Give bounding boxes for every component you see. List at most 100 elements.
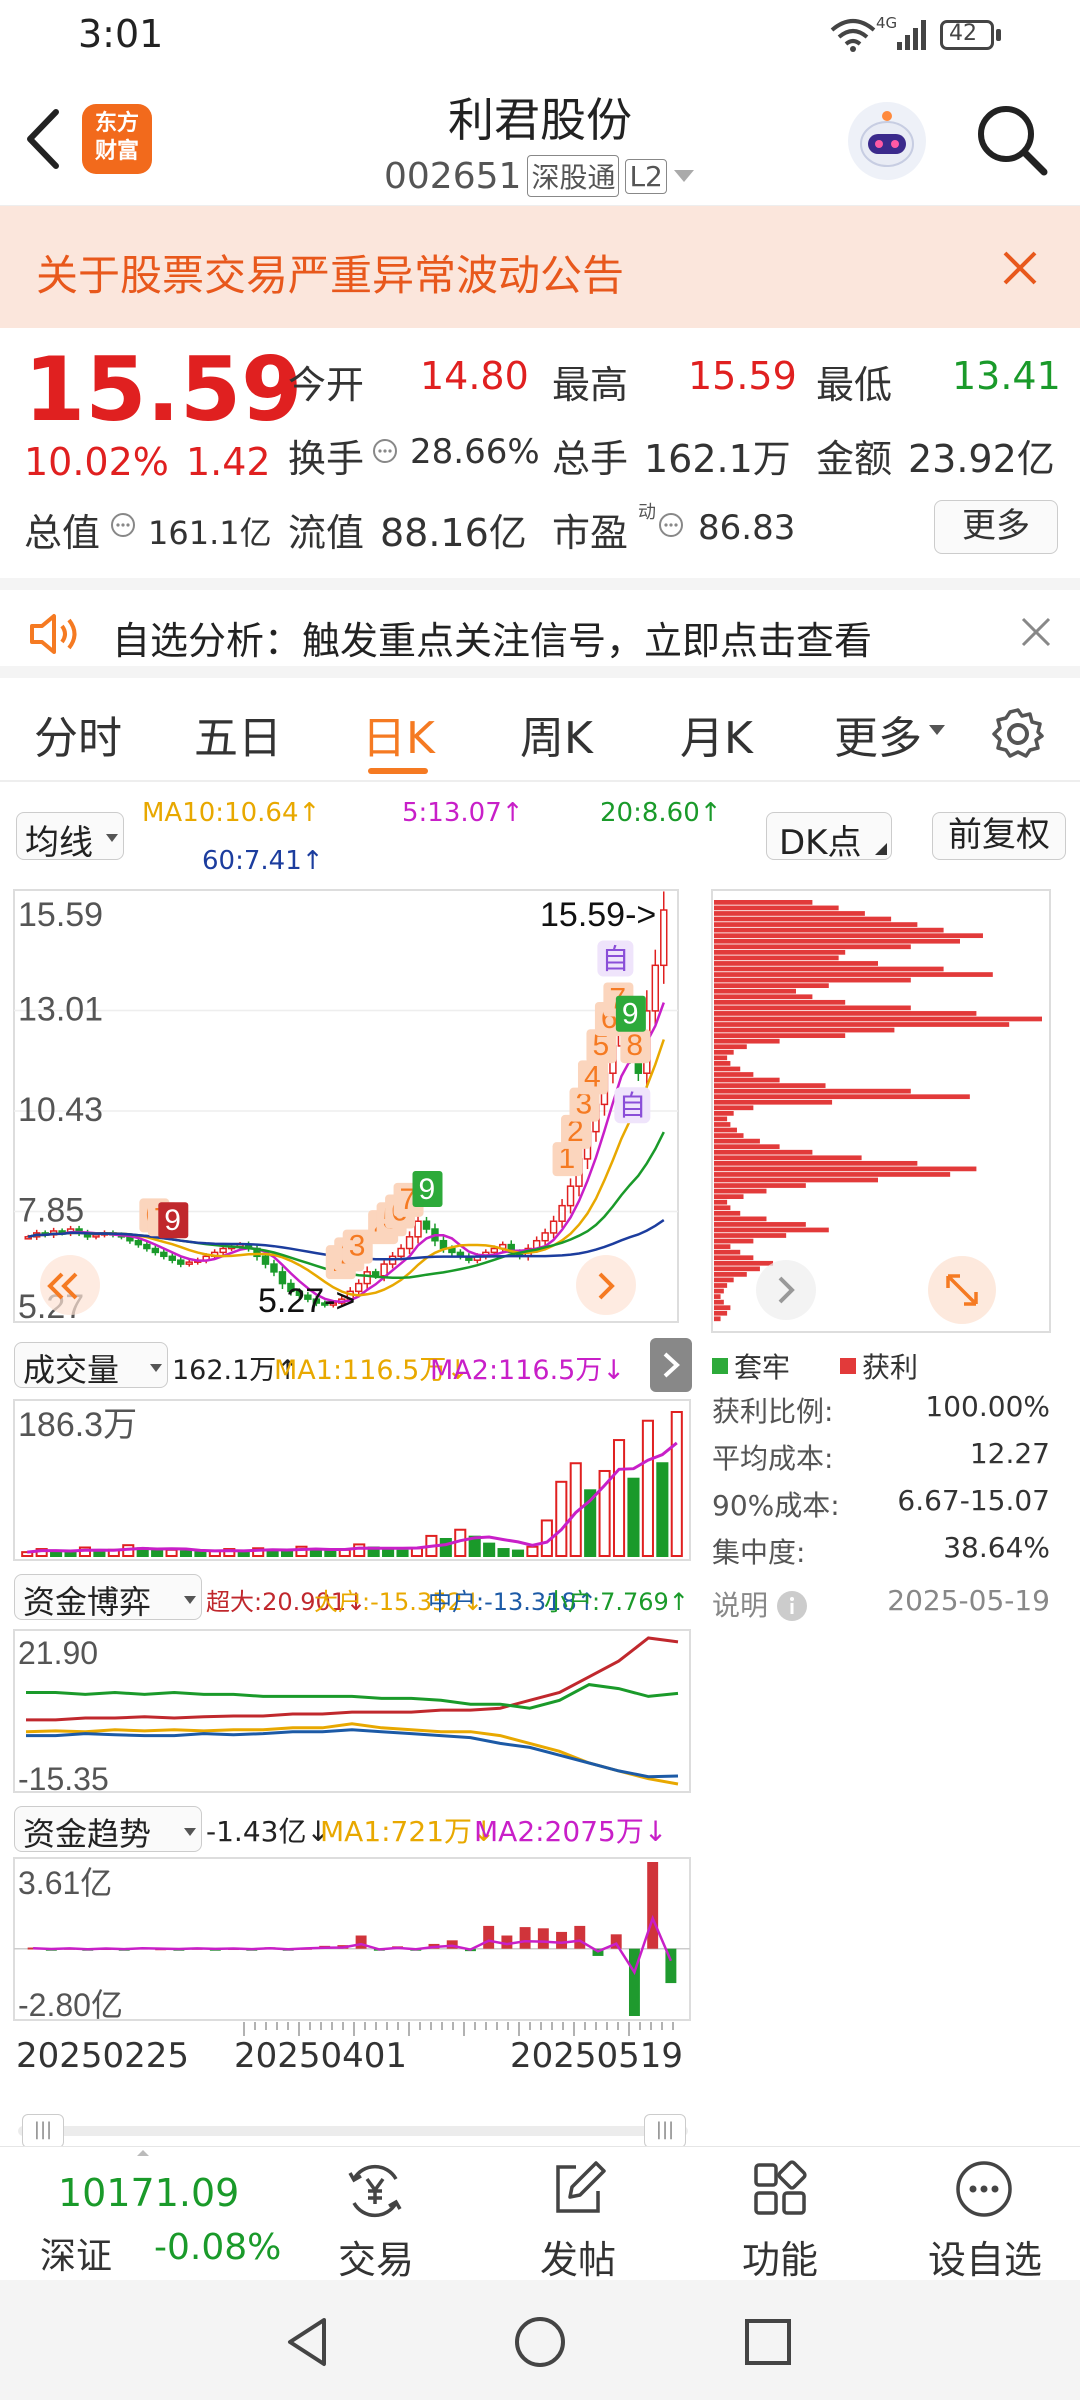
chip-bar	[714, 927, 944, 933]
info-icon[interactable]	[658, 512, 684, 538]
info-icon[interactable]	[372, 438, 398, 464]
range-track[interactable]	[18, 2126, 688, 2136]
trade-button[interactable]: 交易	[320, 2147, 430, 2282]
legend-trapped: 套牢	[734, 1351, 791, 1384]
chip-bar	[714, 1083, 826, 1088]
volume-bar	[670, 1411, 683, 1557]
status-bar: 3:01 4G 42	[0, 0, 1080, 72]
tab-five-day[interactable]: 五日	[194, 702, 282, 766]
range-handle-left[interactable]: |||	[22, 2114, 64, 2148]
chip-bar	[714, 1210, 741, 1216]
ma5-legend: 5:13.07↑	[402, 798, 524, 828]
nav-circle	[576, 1255, 636, 1315]
trend-bar	[483, 1925, 495, 1949]
post-button[interactable]: 发帖	[522, 2147, 632, 2282]
candle-body	[422, 1220, 431, 1230]
close-icon[interactable]	[1020, 616, 1052, 648]
high-value: 15.59	[688, 354, 797, 398]
volume-bar	[93, 1550, 106, 1557]
tab-more[interactable]: 更多	[834, 702, 922, 766]
expand-side-button[interactable]	[650, 1338, 692, 1392]
candle-body	[490, 1247, 499, 1254]
chip-bar	[714, 1166, 977, 1172]
chip-bar	[714, 994, 813, 1000]
tab-weekly-k[interactable]: 周K	[520, 702, 593, 766]
stock-code-row[interactable]: 002651 深股通 L2	[384, 154, 695, 198]
nav-recents-icon[interactable]	[742, 2316, 794, 2368]
signal-nine: 9	[164, 1204, 181, 1237]
float-label: 流值	[288, 511, 365, 555]
app-logo[interactable]: 东方 财富	[82, 104, 152, 174]
ma-select[interactable]: 均线	[16, 812, 124, 863]
corner-triangle-icon	[875, 843, 887, 855]
chip-bar	[714, 1066, 741, 1072]
back-icon[interactable]	[22, 108, 62, 170]
chip-bar	[714, 1299, 724, 1305]
gear-icon[interactable]	[990, 706, 1046, 762]
chip-stats: 套牢 获利 获利比例: 100.00% 平均成本: 12.27 90%成本: 6.67…	[712, 1346, 1062, 1634]
volume-chart: 186.3万	[13, 1399, 691, 1561]
dk-point-button[interactable]: DK点	[766, 812, 892, 863]
price-tick: 10.43	[18, 1091, 103, 1129]
fund-game-select[interactable]: 资金博弈	[14, 1574, 202, 1621]
grid-icon	[754, 2160, 807, 2215]
nav-back-icon[interactable]	[280, 2314, 336, 2370]
signal-marker: 3	[349, 1230, 366, 1263]
notice-banner[interactable]: 关于股票交易严重异常波动公告	[0, 206, 1080, 328]
nav-home-icon[interactable]	[512, 2314, 568, 2370]
close-icon[interactable]	[1002, 250, 1038, 286]
tab-intraday[interactable]: 分时	[34, 702, 122, 766]
info-icon[interactable]	[110, 512, 136, 538]
info-icon[interactable]	[776, 1590, 808, 1622]
mktcap-label: 总值	[24, 511, 101, 555]
volume-bar	[627, 1477, 640, 1558]
add-watchlist-button[interactable]: 设自选	[920, 2147, 1050, 2282]
volume-indicator-select[interactable]: 成交量	[14, 1342, 168, 1389]
tab-daily-k[interactable]: 日K	[362, 702, 435, 766]
candle-body	[177, 1259, 185, 1265]
chip-bar	[714, 1172, 951, 1177]
chip-bar	[714, 900, 813, 905]
chip-bar	[714, 1044, 747, 1050]
fund-trend-select[interactable]: 资金趋势	[14, 1806, 202, 1853]
trade-label: 交易	[338, 2238, 415, 2282]
tab-monthly-k[interactable]: 月K	[680, 702, 753, 766]
turnover-value: 28.66%	[410, 432, 540, 472]
candle-body	[160, 1251, 168, 1258]
trade-yen-icon	[348, 2164, 402, 2218]
chip-bar	[714, 1027, 895, 1033]
more-button[interactable]: 更多	[934, 500, 1058, 554]
volume-bar	[511, 1549, 525, 1557]
chip-bar	[714, 1194, 744, 1200]
speaker-icon	[30, 614, 77, 654]
chip-bar	[714, 972, 993, 977]
search-icon[interactable]	[974, 102, 1050, 178]
volume-bar	[497, 1548, 510, 1557]
ma60-legend: 60:7.41↑	[202, 846, 324, 876]
chip-bar	[714, 1088, 911, 1094]
float-value: 88.16亿	[380, 511, 527, 555]
index-ticker[interactable]: 10171.09 深证 -0.08%	[20, 2147, 290, 2281]
chip-date: 2025-05-19	[887, 1584, 1050, 1617]
stat-row: 平均成本: 12.27	[712, 1437, 1050, 1475]
self-select-marker: 自	[618, 1090, 646, 1121]
stat-row: 获利比例: 100.00%	[712, 1390, 1050, 1428]
bottom-toolbar: 10171.09 深证 -0.08% 交易 发帖 功能 设自选	[0, 2146, 1080, 2282]
functions-button[interactable]: 功能	[724, 2147, 834, 2282]
candle-body	[371, 1271, 380, 1277]
chip-bar	[714, 1038, 780, 1044]
signal-marker: 4	[584, 1060, 601, 1093]
robot-avatar[interactable]	[848, 102, 926, 180]
chip-bar	[714, 977, 911, 983]
volume-max-label: 186.3万	[18, 1406, 137, 1444]
price-adjust-button[interactable]: 前复权	[932, 812, 1066, 860]
robot-icon	[860, 111, 914, 167]
turnover-label: 换手	[288, 437, 365, 481]
signal-bar[interactable]: 自选分析：触发重点关注信号，立即点击查看	[0, 578, 1080, 678]
quote-panel: 15.59 10.02% 1.42 今开 14.80 最高 15.59 最低 1…	[0, 328, 1080, 573]
range-handle-right[interactable]: |||	[644, 2114, 686, 2148]
kline-chart: 15.5913.0110.437.855.2712345678671234567…	[13, 889, 679, 1326]
low-marker: 5.27->	[258, 1282, 355, 1320]
volume-bar	[64, 1551, 77, 1557]
axis-bottom-label: -2.80亿	[18, 1987, 123, 2023]
